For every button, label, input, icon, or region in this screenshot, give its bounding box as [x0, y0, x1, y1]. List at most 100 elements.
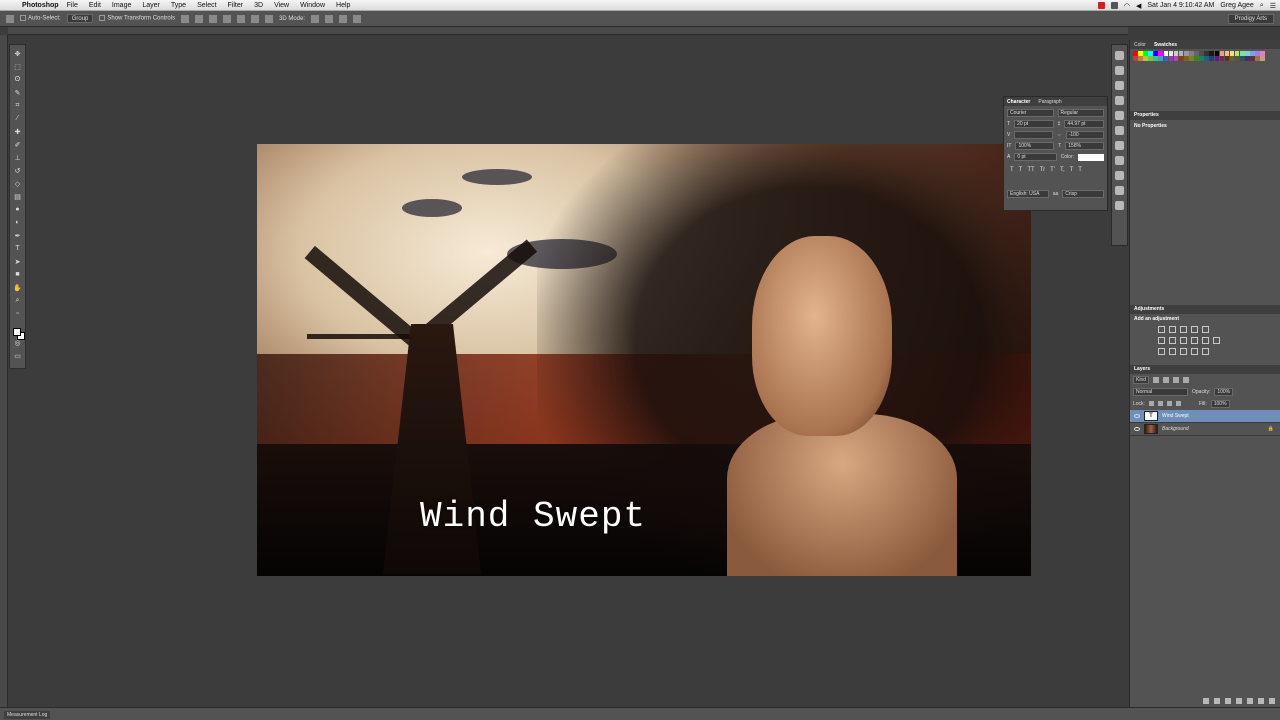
horizontal-scale-field[interactable]: 158%: [1065, 142, 1105, 150]
tracking-field[interactable]: -100: [1065, 131, 1104, 139]
brightness-adjust-icon[interactable]: [1158, 325, 1165, 333]
color-balance-adjust-icon[interactable]: [1169, 336, 1176, 344]
font-family-dropdown[interactable]: Courier: [1007, 109, 1054, 117]
swatch-chip[interactable]: [1234, 51, 1240, 56]
type-tool-icon[interactable]: T: [12, 244, 23, 253]
new-adjustment-icon[interactable]: [1236, 698, 1242, 704]
kerning-field[interactable]: [1014, 131, 1053, 139]
history-brush-tool-icon[interactable]: ↺: [12, 166, 23, 175]
posterize-adjust-icon[interactable]: [1169, 347, 1176, 355]
auto-select-dropdown[interactable]: Group: [66, 14, 94, 23]
spotlight-icon[interactable]: ⌕: [1260, 2, 1264, 10]
menu-select[interactable]: Select: [197, 2, 216, 9]
swatch-chip[interactable]: [1229, 56, 1235, 61]
menu-help[interactable]: Help: [336, 2, 350, 9]
menu-type[interactable]: Type: [171, 2, 186, 9]
foreground-color-swatch[interactable]: [13, 328, 21, 336]
measurement-log-tab[interactable]: Measurement Log: [4, 711, 51, 719]
superscript-button[interactable]: T': [1050, 167, 1055, 173]
properties-header[interactable]: Properties: [1130, 110, 1280, 120]
font-size-field[interactable]: 20 pt: [1014, 120, 1054, 128]
info-icon[interactable]: [1115, 51, 1124, 60]
link-layers-icon[interactable]: [1203, 698, 1209, 704]
wifi-icon[interactable]: ◠: [1124, 2, 1130, 10]
swatch-chip[interactable]: [1168, 51, 1174, 56]
swatch-chip[interactable]: [1260, 51, 1265, 56]
swatch-chip[interactable]: [1173, 51, 1179, 56]
screen-mode-icon[interactable]: ▭: [12, 351, 23, 360]
lock-position-icon[interactable]: [1166, 401, 1172, 407]
swatch-chip[interactable]: [1173, 56, 1179, 61]
all-caps-button[interactable]: TT: [1027, 167, 1034, 173]
font-style-dropdown[interactable]: Regular: [1057, 109, 1104, 117]
align-left-icon[interactable]: [223, 14, 232, 23]
align-bottom-icon[interactable]: [209, 14, 218, 23]
canvas-caption-text[interactable]: Wind Swept: [420, 496, 646, 537]
swatch-chip[interactable]: [1189, 51, 1194, 56]
lock-transparency-icon[interactable]: [1148, 401, 1154, 407]
swatch-chip[interactable]: [1153, 51, 1158, 56]
swatch-chip[interactable]: [1158, 56, 1164, 61]
new-group-icon[interactable]: [1247, 698, 1253, 704]
history-icon[interactable]: [1115, 171, 1124, 180]
swatch-chip[interactable]: [1250, 56, 1255, 61]
filter-shape-icon[interactable]: [1183, 376, 1190, 383]
align-top-icon[interactable]: [181, 14, 190, 23]
3d-roll-icon[interactable]: [325, 14, 334, 23]
swatch-chip[interactable]: [1219, 56, 1225, 61]
marquee-tool-icon[interactable]: ⬚: [12, 62, 23, 71]
channel-mixer-adjust-icon[interactable]: [1202, 336, 1209, 344]
strikethrough-button[interactable]: T: [1078, 167, 1082, 173]
swatch-chip[interactable]: [1209, 51, 1214, 56]
3d-drag-icon[interactable]: [339, 14, 348, 23]
navigator-icon[interactable]: [1115, 66, 1124, 75]
visibility-eye-icon[interactable]: [1134, 413, 1140, 418]
tab-paragraph[interactable]: Paragraph: [1038, 99, 1061, 105]
path-select-tool-icon[interactable]: ➤: [12, 257, 23, 266]
paragraph-icon[interactable]: [1115, 111, 1124, 120]
auto-select-checkbox[interactable]: [20, 15, 26, 22]
swatch-chip[interactable]: [1189, 56, 1194, 61]
swatch-chip[interactable]: [1255, 56, 1260, 61]
swatch-chip[interactable]: [1260, 56, 1265, 61]
zoom-tool-icon[interactable]: ⌕: [12, 296, 23, 305]
eraser-tool-icon[interactable]: ◇: [12, 179, 23, 188]
swatch-chip[interactable]: [1178, 51, 1184, 56]
clone-source-icon[interactable]: [1115, 141, 1124, 150]
menu-app-name[interactable]: Photoshop: [22, 2, 59, 9]
faux-bold-button[interactable]: T: [1010, 167, 1014, 173]
pen-tool-icon[interactable]: ✒: [12, 231, 23, 240]
swatch-chip[interactable]: [1245, 56, 1250, 61]
swatch-chip[interactable]: [1245, 51, 1250, 56]
swatch-chip[interactable]: [1138, 51, 1143, 56]
curves-adjust-icon[interactable]: [1180, 325, 1187, 333]
tab-character[interactable]: Character: [1007, 99, 1030, 105]
swatch-chip[interactable]: [1214, 56, 1220, 61]
menu-file[interactable]: File: [67, 2, 78, 9]
swatch-chip[interactable]: [1163, 56, 1169, 61]
layers-header[interactable]: Layers: [1130, 364, 1280, 374]
swatch-chip[interactable]: [1133, 51, 1138, 56]
menu-layer[interactable]: Layer: [142, 2, 160, 9]
swatch-chip[interactable]: [1143, 51, 1148, 56]
crop-tool-icon[interactable]: ⌗: [12, 101, 23, 110]
status-icon[interactable]: [1110, 2, 1118, 9]
swatch-chip[interactable]: [1224, 56, 1230, 61]
align-center-icon[interactable]: [237, 14, 246, 23]
menu-view[interactable]: View: [274, 2, 289, 9]
actions-play-icon[interactable]: [1115, 81, 1124, 90]
gradient-tool-icon[interactable]: ▤: [12, 192, 23, 201]
styles-icon[interactable]: [1115, 156, 1124, 165]
faux-italic-button[interactable]: T: [1019, 167, 1023, 173]
brush-tool-icon[interactable]: ✐: [12, 140, 23, 149]
levels-adjust-icon[interactable]: [1169, 325, 1176, 333]
exposure-adjust-icon[interactable]: [1191, 325, 1198, 333]
swatch-chip[interactable]: [1239, 56, 1245, 61]
language-dropdown[interactable]: English: USA: [1007, 190, 1049, 198]
layer-name[interactable]: Wind Swept: [1162, 413, 1189, 419]
threshold-adjust-icon[interactable]: [1180, 347, 1187, 355]
tool-presets-icon[interactable]: [1115, 186, 1124, 195]
layer-kind-filter[interactable]: Kind: [1133, 375, 1150, 384]
menu-edit[interactable]: Edit: [89, 2, 101, 9]
healing-brush-tool-icon[interactable]: ✚: [12, 127, 23, 136]
